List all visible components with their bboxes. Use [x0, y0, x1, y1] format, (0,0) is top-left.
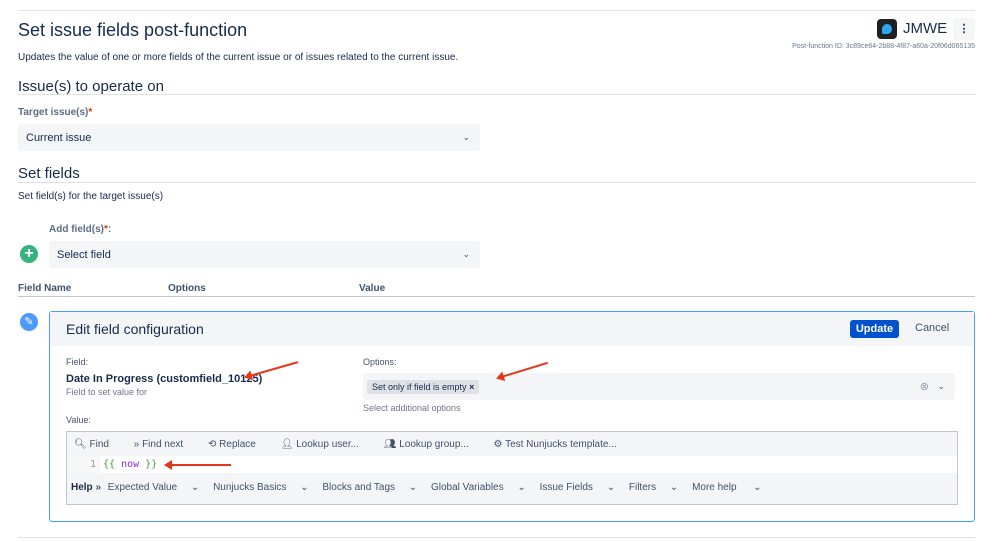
divider — [18, 296, 975, 297]
lookup-user-button[interactable]: 👤︎ Lookup user... — [281, 439, 370, 450]
page-description: Updates the value of one or more fields … — [18, 52, 459, 63]
remove-tag-icon[interactable]: × — [469, 382, 474, 392]
section-title-issues: Issue(s) to operate on — [18, 78, 164, 95]
field-help: Field to set value for — [66, 387, 148, 397]
find-button[interactable]: 🔍︎ Find — [74, 439, 120, 450]
help-menu-blocks-tags[interactable]: Blocks and Tags ⌄ — [322, 482, 417, 493]
divider — [18, 94, 975, 95]
target-issues-label: Target issue(s)* — [18, 107, 93, 118]
add-field-select[interactable]: Select field ⌄ — [49, 241, 480, 268]
add-fields-label: Add field(s)*: — [49, 224, 112, 235]
edit-pencil-icon[interactable]: ✎ — [20, 313, 38, 331]
editor-toolbar: 🔍︎ Find » Find next ⟲ Replace 👤︎ Lookup … — [67, 432, 957, 456]
column-header-options: Options — [168, 283, 206, 294]
help-menu-global-variables[interactable]: Global Variables ⌄ — [431, 482, 526, 493]
lookup-group-button[interactable]: 👥︎ Lookup group... — [384, 439, 480, 450]
find-next-button[interactable]: » Find next — [134, 439, 194, 450]
chevron-down-icon[interactable]: ⌄ — [937, 380, 945, 391]
app-name: JMWE — [903, 20, 948, 37]
panel-title: Edit field configuration — [66, 321, 204, 337]
edit-field-panel: Edit field configuration Update Cancel F… — [49, 311, 975, 522]
target-issues-select[interactable]: Current issue ⌄ — [18, 124, 480, 151]
options-help: Select additional options — [363, 403, 461, 413]
options-label: Options: — [363, 357, 397, 367]
bottom-divider — [18, 537, 975, 538]
help-menu-expected-value[interactable]: Expected Value ⌄ — [108, 482, 199, 493]
value-editor[interactable]: 🔍︎ Find » Find next ⟲ Replace 👤︎ Lookup … — [66, 431, 958, 505]
help-label: Help — [71, 482, 93, 493]
update-button[interactable]: Update — [850, 320, 899, 338]
add-field-button[interactable]: + — [20, 245, 38, 263]
column-header-value: Value — [359, 283, 386, 294]
options-select[interactable]: Set only if field is empty × ⊗ ⌄ — [363, 373, 955, 400]
help-bar: Help » Expected Value ⌄ Nunjucks Basics … — [71, 482, 762, 493]
post-function-id: Post-function ID: 3c89ce64-2b88-4f87-a60… — [792, 43, 975, 50]
code-open: {{ — [103, 459, 116, 470]
annotation-arrow — [164, 460, 231, 470]
cancel-button[interactable]: Cancel — [915, 322, 949, 334]
top-divider — [18, 10, 975, 11]
panel-header: Edit field configuration Update Cancel — [50, 312, 974, 346]
value-label: Value: — [66, 415, 91, 425]
jmwe-logo-icon — [877, 19, 897, 39]
chevron-down-icon: ⌄ — [462, 248, 470, 259]
more-actions-button[interactable]: ⋮ — [953, 18, 975, 40]
code-variable: now — [121, 459, 140, 470]
section-title-set-fields: Set fields — [18, 165, 80, 182]
line-number: 1 — [67, 456, 100, 473]
set-fields-description: Set field(s) for the target issue(s) — [18, 191, 164, 202]
help-menu-nunjucks-basics[interactable]: Nunjucks Basics ⌄ — [213, 482, 309, 493]
field-label: Field: — [66, 357, 89, 367]
column-header-field-name: Field Name — [18, 283, 72, 294]
help-menu-issue-fields[interactable]: Issue Fields ⌄ — [540, 482, 616, 493]
clear-icon[interactable]: ⊗ — [920, 380, 929, 393]
option-tag: Set only if field is empty × — [367, 379, 480, 394]
divider — [18, 182, 975, 183]
help-menu-filters[interactable]: Filters ⌄ — [629, 482, 678, 493]
help-menu-more-help[interactable]: More help ⌄ — [692, 482, 761, 493]
replace-button[interactable]: ⟲ Replace — [208, 439, 267, 450]
field-value: Date In Progress (customfield_10125) — [66, 373, 263, 385]
code-close: }} — [145, 459, 158, 470]
page-title: Set issue fields post-function — [18, 20, 248, 40]
chevron-down-icon: ⌄ — [462, 131, 470, 142]
test-template-button[interactable]: ⚙ Test Nunjucks template... — [494, 439, 628, 450]
